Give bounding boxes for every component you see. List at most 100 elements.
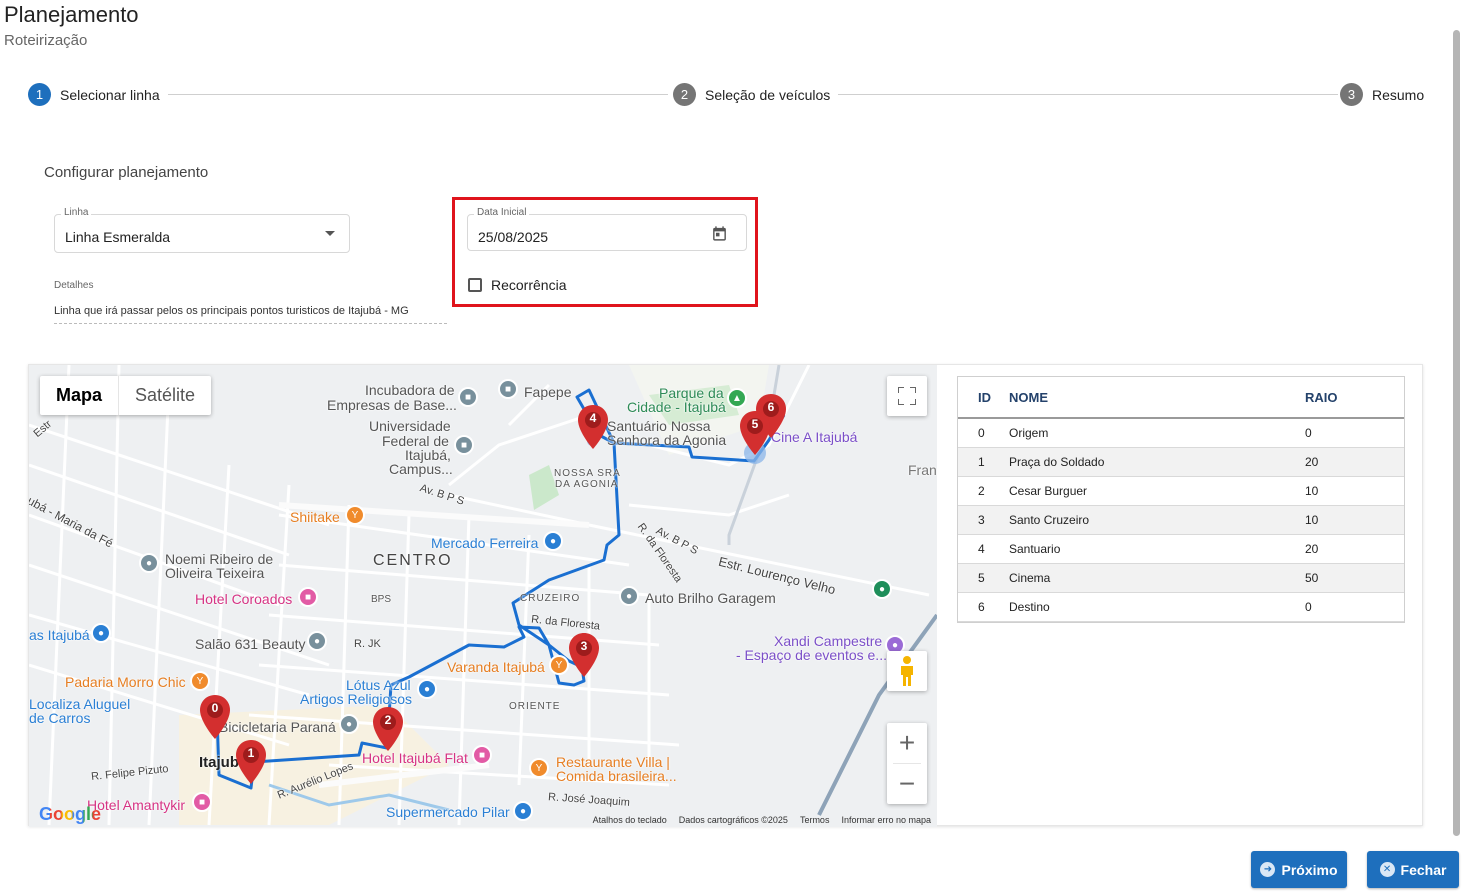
map-label: Campus... — [389, 461, 453, 477]
route-marker-5[interactable]: 5 — [740, 411, 770, 455]
keyboard-shortcuts-link[interactable]: Atalhos do teclado — [593, 815, 667, 825]
shop-icon: ● — [91, 623, 111, 643]
marker-label: 4 — [589, 411, 597, 425]
table-row[interactable]: 4 Santuario 20 — [958, 534, 1404, 564]
route-marker-1[interactable]: 1 — [236, 740, 266, 784]
route-marker-2[interactable]: 2 — [373, 707, 403, 751]
map-label: DA AGONIA — [555, 479, 619, 490]
next-button-label: Próximo — [1281, 861, 1338, 878]
route-marker-4[interactable]: 4 — [578, 405, 608, 449]
cell-id: 3 — [958, 505, 1009, 535]
table-row[interactable]: 2 Cesar Burguer 10 — [958, 476, 1404, 506]
recorrencia-label[interactable]: Recorrência — [491, 277, 566, 293]
table-row[interactable]: 1 Praça do Soldado 20 — [958, 447, 1404, 477]
cell-nome: Cinema — [1009, 563, 1305, 593]
cell-nome: Destino — [1009, 592, 1305, 622]
table-row[interactable]: 5 Cinema 50 — [958, 563, 1404, 593]
terms-link[interactable]: Termos — [800, 815, 830, 825]
place-icon: ● — [339, 714, 359, 734]
linha-select[interactable]: Linha Linha Esmeralda — [54, 207, 350, 253]
map-label: Senhora da Agonia — [607, 432, 727, 448]
report-error-link[interactable]: Informar erro no mapa — [841, 815, 931, 825]
next-button[interactable]: ➜ Próximo — [1251, 851, 1347, 888]
table-row[interactable]: 0 Origem 0 — [958, 418, 1404, 448]
cell-nome: Santuario — [1009, 534, 1305, 564]
map-type-control: Mapa Satélite — [40, 376, 212, 415]
map-label: Hotel Itajubá Flat — [362, 750, 468, 766]
map-label: Hotel Coroados — [195, 591, 293, 607]
cell-id: 4 — [958, 534, 1009, 564]
detalhes-value: Linha que irá passar pelos os principais… — [54, 305, 447, 324]
place-icon: ● — [619, 586, 639, 606]
route-marker-0[interactable]: 0 — [200, 695, 230, 739]
page-scrollbar[interactable] — [1453, 30, 1460, 836]
map-label: Hotel Amantykir — [87, 797, 186, 813]
map-label: as Itajubá — [29, 627, 90, 643]
marker-label: 2 — [384, 713, 392, 727]
points-table: ID NOME RAIO 0 Origem 0 1 Praça do Solda… — [957, 376, 1405, 623]
place-icon: ● — [307, 631, 327, 651]
zoom-out-button[interactable]: − — [887, 764, 927, 804]
map-label: Oliveira Teixeira — [165, 565, 265, 581]
step-connector — [828, 94, 1338, 95]
column-header-id: ID — [958, 377, 1009, 419]
step-number: 1 — [28, 83, 51, 106]
cell-id: 6 — [958, 592, 1009, 622]
table-row[interactable]: 6 Destino 0 — [958, 592, 1404, 622]
restaurant-icon: Y — [345, 505, 365, 525]
map-label: Empresas de Base... — [327, 397, 457, 413]
hotel-icon: ■ — [472, 745, 492, 765]
detalhes-label: Detalhes — [54, 280, 94, 291]
cart-icon: ● — [513, 801, 533, 821]
route-marker-3[interactable]: 3 — [569, 633, 599, 677]
restaurant-icon: Y — [549, 655, 569, 675]
map-label: Auto Brilho Garagem — [645, 590, 776, 606]
table-row[interactable]: 3 Santo Cruzeiro 10 — [958, 505, 1404, 535]
close-button[interactable]: ✕ Fechar — [1367, 851, 1459, 888]
cell-id: 5 — [958, 563, 1009, 593]
step-number: 2 — [673, 83, 696, 106]
section-title: Configurar planejamento — [44, 164, 209, 181]
close-icon: ✕ — [1379, 862, 1395, 877]
cell-raio: 0 — [1305, 418, 1404, 448]
map[interactable]: Incubadora de Empresas de Base... Fapepe… — [29, 365, 937, 827]
map-label: Mercado Ferreira — [431, 535, 539, 551]
gym-icon: ● — [872, 579, 892, 599]
restaurant-icon: Y — [529, 758, 549, 778]
step-label: Seleção de veículos — [705, 86, 831, 103]
pegman-button[interactable] — [887, 651, 927, 691]
hotel-icon: ■ — [298, 587, 318, 607]
pegman-icon — [901, 656, 913, 686]
map-label: BPS — [371, 594, 392, 605]
stepper: 1 Selecionar linha 2 Seleção de veículos… — [28, 83, 1433, 107]
step-selecionar-linha[interactable]: 1 Selecionar linha — [28, 83, 168, 106]
map-data-text: Dados cartográficos ©2025 — [678, 815, 788, 825]
place-icon: ● — [139, 553, 159, 573]
cell-id: 0 — [958, 418, 1009, 448]
map-type-satelite[interactable]: Satélite — [118, 376, 211, 415]
school-icon: ■ — [498, 379, 518, 399]
shop-icon: ● — [417, 679, 437, 699]
column-header-raio: RAIO — [1305, 377, 1404, 419]
map-attribution: Atalhos do teclado Dados cartográficos ©… — [593, 815, 931, 825]
zoom-control: + − — [887, 723, 927, 804]
map-label: Bicicletaria Paraná — [219, 719, 336, 735]
recorrencia-checkbox[interactable] — [468, 278, 482, 292]
step-selecao-veiculos[interactable]: 2 Seleção de veículos — [673, 83, 839, 106]
cell-id: 1 — [958, 447, 1009, 477]
map-label: - Espaço de eventos e... — [736, 647, 887, 663]
cell-raio: 50 — [1305, 563, 1404, 593]
table-header-row: ID NOME RAIO — [958, 377, 1404, 419]
step-resumo[interactable]: 3 Resumo — [1340, 83, 1433, 106]
cell-raio: 0 — [1305, 592, 1404, 622]
page-title: Planejamento — [4, 2, 139, 27]
step-label: Resumo — [1372, 86, 1425, 103]
map-type-mapa[interactable]: Mapa — [40, 376, 118, 415]
restaurant-icon: Y — [190, 671, 210, 691]
map-label: Supermercado Pilar — [386, 804, 510, 820]
cell-nome: Praça do Soldado — [1009, 447, 1305, 477]
cell-nome: Cesar Burguer — [1009, 476, 1305, 506]
zoom-in-button[interactable]: + — [887, 723, 927, 763]
fullscreen-button[interactable] — [887, 376, 927, 416]
close-button-label: Fechar — [1400, 861, 1447, 878]
